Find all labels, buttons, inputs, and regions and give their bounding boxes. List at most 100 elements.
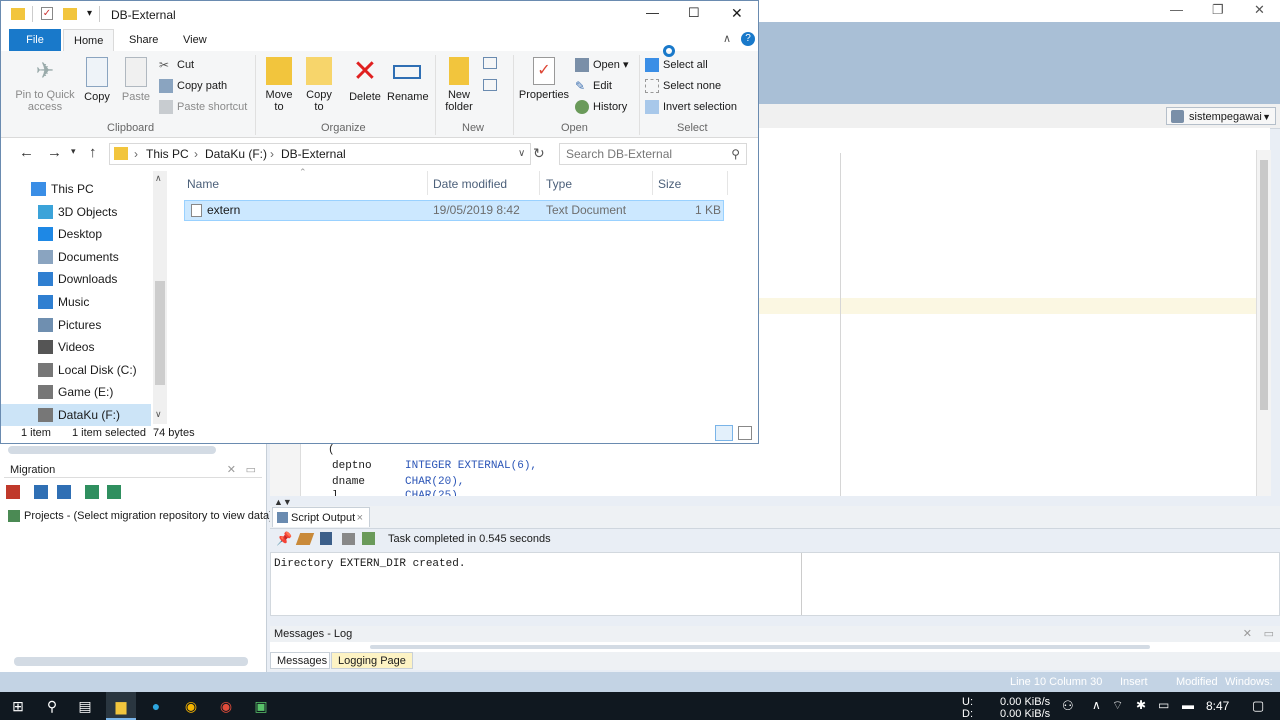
nav-scrollbar-thumb[interactable] bbox=[155, 281, 165, 385]
move-to-button[interactable]: Move to bbox=[263, 57, 295, 113]
windows-start-icon[interactable]: ⊞ bbox=[9, 697, 27, 715]
copy-path-button[interactable]: Copy path bbox=[159, 77, 227, 95]
wifi-icon[interactable]: ⌔ bbox=[1112, 698, 1123, 713]
select-none-button[interactable]: Select none bbox=[645, 77, 721, 95]
tab-view[interactable]: View bbox=[173, 29, 217, 51]
search-box[interactable]: Search DB-External ⚲ bbox=[559, 143, 747, 165]
new-folder-qa-icon[interactable] bbox=[63, 8, 77, 20]
edit-button[interactable]: ✎ Edit bbox=[575, 77, 612, 95]
column-size[interactable]: Size bbox=[658, 177, 681, 191]
forward-icon[interactable]: → bbox=[47, 144, 62, 161]
address-dropdown-icon[interactable]: ∨ bbox=[518, 144, 525, 164]
properties-qa-icon[interactable]: ✓ bbox=[41, 7, 53, 20]
select-all-button[interactable]: Select all bbox=[645, 56, 708, 74]
scroll-down-icon[interactable]: ∨ bbox=[155, 409, 162, 420]
bluetooth-icon[interactable]: ✱ bbox=[1136, 698, 1146, 712]
nav-item-desktop[interactable]: Desktop bbox=[1, 223, 151, 245]
eraser-icon[interactable] bbox=[295, 533, 315, 545]
breadcrumb-this-pc[interactable]: This PC bbox=[146, 144, 189, 164]
tab-logging-page[interactable]: Logging Page × bbox=[331, 652, 413, 684]
invert-selection-button[interactable]: Invert selection bbox=[645, 98, 737, 116]
column-name[interactable]: Name bbox=[187, 177, 219, 191]
clock[interactable]: 8:47 bbox=[1206, 699, 1229, 713]
new-folder-button[interactable]: New folder bbox=[441, 57, 477, 113]
tab-share[interactable]: Share bbox=[119, 29, 168, 51]
tab-home[interactable]: Home bbox=[63, 29, 115, 53]
scrollbar-thumb[interactable] bbox=[1260, 160, 1268, 410]
breadcrumb-chevron-icon[interactable]: › bbox=[270, 144, 274, 164]
task-view-icon[interactable]: ▤ bbox=[76, 697, 94, 715]
nav-item-pictures[interactable]: Pictures bbox=[1, 314, 151, 336]
chevron-up-icon[interactable]: ∧ bbox=[1092, 698, 1101, 712]
nav-scrollbar[interactable]: ∧ ∨ bbox=[153, 171, 167, 424]
close-icon[interactable]: ✕ bbox=[227, 462, 236, 478]
migrate-icon[interactable] bbox=[6, 484, 20, 499]
maximize-button[interactable]: ☐ bbox=[688, 5, 700, 21]
migration-hscrollbar[interactable] bbox=[14, 657, 248, 666]
close-button[interactable]: ✕ bbox=[731, 5, 743, 22]
nav-item-local-disk-c[interactable]: Local Disk (C:) bbox=[1, 359, 151, 381]
chrome-canary-icon[interactable]: ◉ bbox=[182, 697, 200, 715]
rename-button[interactable]: Rename bbox=[387, 57, 429, 103]
refresh-icon[interactable] bbox=[34, 484, 49, 499]
minimize-panel-icon[interactable]: ▭ bbox=[1264, 626, 1274, 642]
copy-icon[interactable] bbox=[56, 484, 71, 499]
splitter-arrows-icon[interactable]: ▲▼ bbox=[274, 497, 292, 507]
nav-item-music[interactable]: Music bbox=[1, 291, 151, 313]
column-divider[interactable] bbox=[427, 171, 428, 195]
connection-selector[interactable]: sistempegawai ▼ bbox=[1166, 107, 1276, 125]
scroll-up-icon[interactable]: ∧ bbox=[155, 173, 162, 184]
column-date-modified[interactable]: Date modified bbox=[433, 177, 507, 191]
breadcrumb-chevron-icon[interactable]: › bbox=[194, 144, 198, 164]
nav-item-documents[interactable]: Documents bbox=[1, 246, 151, 268]
open-button[interactable]: Open ▾ bbox=[575, 56, 629, 74]
file-explorer-icon[interactable]: ▆ bbox=[112, 697, 130, 715]
nav-item-this-pc[interactable]: This PC bbox=[1, 178, 151, 200]
large-icons-view-icon[interactable] bbox=[738, 426, 752, 440]
tab-script-output[interactable]: Script Output × bbox=[272, 507, 370, 527]
column-divider[interactable] bbox=[727, 171, 728, 195]
breadcrumb-db-external[interactable]: DB-External bbox=[281, 144, 346, 164]
output-icon[interactable] bbox=[362, 532, 375, 545]
help-icon[interactable]: ? bbox=[741, 32, 755, 46]
ide-close-button[interactable]: ✕ bbox=[1254, 2, 1265, 18]
address-bar[interactable]: › This PC › DataKu (F:) › DB-External ∨ bbox=[109, 143, 531, 165]
file-row-extern[interactable]: extern 19/05/2019 8:42 Text Document 1 K… bbox=[184, 200, 724, 221]
search-icon[interactable]: ⚲ bbox=[43, 697, 61, 715]
chrome-icon[interactable]: ◉ bbox=[217, 697, 235, 715]
new-item-icon[interactable] bbox=[483, 57, 497, 69]
easy-access-icon[interactable] bbox=[483, 79, 497, 91]
nav-item-dataku-f[interactable]: DataKu (F:) bbox=[1, 404, 151, 426]
minimize-panel-icon[interactable]: ▭ bbox=[246, 462, 256, 478]
network-icon[interactable]: ▭ bbox=[1158, 698, 1169, 712]
pin-quick-access-button[interactable]: ✈ Pin to Quick access bbox=[13, 57, 77, 113]
nav-item-3d-objects[interactable]: 3D Objects bbox=[1, 201, 151, 223]
people-icon[interactable]: ⚇ bbox=[1062, 698, 1074, 714]
column-divider[interactable] bbox=[652, 171, 653, 195]
column-divider[interactable] bbox=[539, 171, 540, 195]
messages-hscrollbar[interactable] bbox=[370, 645, 1150, 649]
projects-tree-item[interactable]: Projects - (Select migration repository … bbox=[8, 510, 273, 523]
ide-restore-button[interactable]: ❐ bbox=[1212, 2, 1224, 18]
left-panel-scrollbar[interactable] bbox=[8, 446, 216, 454]
tab-file[interactable]: File bbox=[9, 29, 61, 51]
collapse-ribbon-icon[interactable]: ∧ bbox=[723, 32, 731, 45]
recent-locations-icon[interactable]: ▾ bbox=[71, 146, 76, 157]
cut-button[interactable]: ✂ Cut bbox=[159, 56, 194, 74]
script-output-area[interactable]: Directory EXTERN_DIR created. bbox=[270, 552, 1280, 616]
nav-item-game-e[interactable]: Game (E:) bbox=[1, 381, 151, 403]
delete-button[interactable]: ✕ Delete bbox=[347, 57, 383, 104]
battery-icon[interactable]: ▬ bbox=[1182, 698, 1194, 712]
breadcrumb-chevron-icon[interactable]: › bbox=[134, 144, 138, 164]
close-icon[interactable]: ✕ bbox=[1243, 626, 1252, 642]
column-type[interactable]: Type bbox=[546, 177, 572, 191]
up-icon[interactable]: ↑ bbox=[89, 144, 97, 161]
nav-item-downloads[interactable]: Downloads bbox=[1, 268, 151, 290]
back-icon[interactable]: ← bbox=[19, 144, 34, 161]
paste-shortcut-button[interactable]: Paste shortcut bbox=[159, 98, 247, 116]
notification-icon[interactable]: ▢ bbox=[1252, 698, 1264, 714]
minimize-button[interactable]: — bbox=[646, 5, 659, 20]
copy-to-button[interactable]: Copy to bbox=[303, 57, 335, 113]
details-view-icon[interactable] bbox=[715, 425, 733, 441]
close-icon[interactable]: × bbox=[357, 508, 363, 528]
